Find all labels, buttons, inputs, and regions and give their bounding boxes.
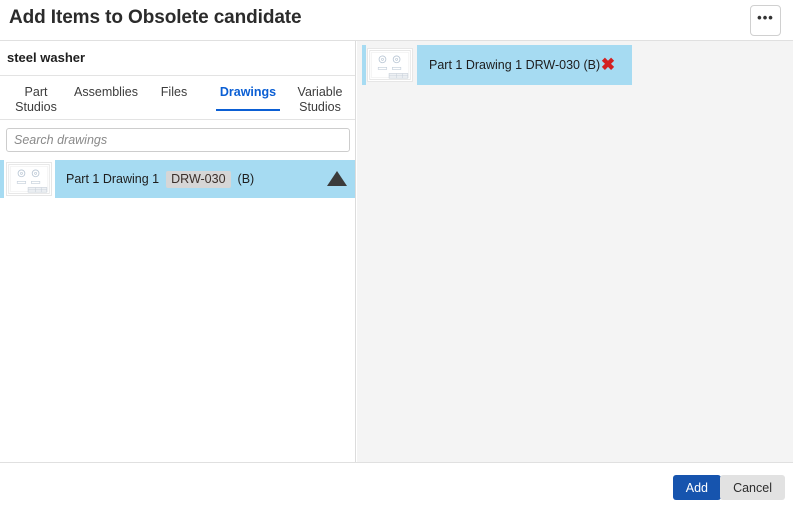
document-name-bar: steel washer — [0, 41, 355, 76]
tab-drawings-label: Drawings — [219, 85, 277, 99]
selection-edge — [362, 45, 366, 85]
overflow-menu-button[interactable]: ••• — [750, 5, 781, 36]
triangle-up-icon[interactable] — [327, 171, 347, 186]
dialog-content: steel washer Part Studios Assemblies Fil… — [0, 41, 793, 462]
list-item-name: Part 1 Drawing 1 — [66, 172, 160, 186]
selected-item[interactable]: Part 1 Drawing 1 DRW-030 (B) ✖ — [362, 45, 632, 85]
tab-drawings[interactable]: Drawings — [216, 85, 280, 100]
tab-assemblies-label: Assemblies — [74, 85, 138, 99]
selected-item-label: Part 1 Drawing 1 DRW-030 (B) — [429, 58, 601, 72]
drawing-thumbnail-icon — [367, 48, 413, 82]
ellipsis-icon: ••• — [757, 9, 774, 25]
selection-edge — [0, 160, 4, 198]
list-item-body: Part 1 Drawing 1 DRW-030 (B) — [55, 160, 355, 198]
browse-pane: steel washer Part Studios Assemblies Fil… — [0, 41, 356, 462]
tab-variable-studios[interactable]: Variable Studios — [290, 85, 350, 115]
tab-files-label: Files — [160, 85, 188, 99]
close-x-icon[interactable]: ✖ — [598, 54, 618, 74]
list-item[interactable]: Part 1 Drawing 1 DRW-030 (B) — [0, 160, 355, 198]
results-list: Part 1 Drawing 1 DRW-030 (B) — [0, 160, 355, 462]
status-badge: DRW-030 — [166, 170, 231, 188]
page-title: Add Items to Obsolete candidate — [9, 7, 302, 28]
dialog-footer: Add Cancel — [0, 462, 793, 508]
tab-assemblies[interactable]: Assemblies — [72, 85, 140, 100]
tab-bar: Part Studios Assemblies Files Drawings V… — [0, 76, 355, 120]
list-item-revision: (B) — [237, 172, 255, 186]
add-items-dialog: Add Items to Obsolete candidate ••• stee… — [0, 0, 793, 508]
selected-items-pane: Part 1 Drawing 1 DRW-030 (B) ✖ — [357, 41, 793, 462]
tab-part-studios-label: Part Studios — [15, 85, 57, 114]
dialog-titlebar: Add Items to Obsolete candidate ••• — [0, 0, 793, 41]
tab-part-studios[interactable]: Part Studios — [3, 85, 69, 115]
cancel-button[interactable]: Cancel — [720, 475, 785, 500]
drawing-thumbnail-icon — [6, 162, 52, 196]
tab-variable-studios-label: Variable Studios — [297, 85, 343, 114]
search-input[interactable] — [6, 128, 350, 152]
document-name: steel washer — [7, 50, 86, 65]
tab-files[interactable]: Files — [152, 85, 196, 100]
add-button[interactable]: Add — [672, 475, 721, 500]
search-area — [0, 120, 355, 160]
